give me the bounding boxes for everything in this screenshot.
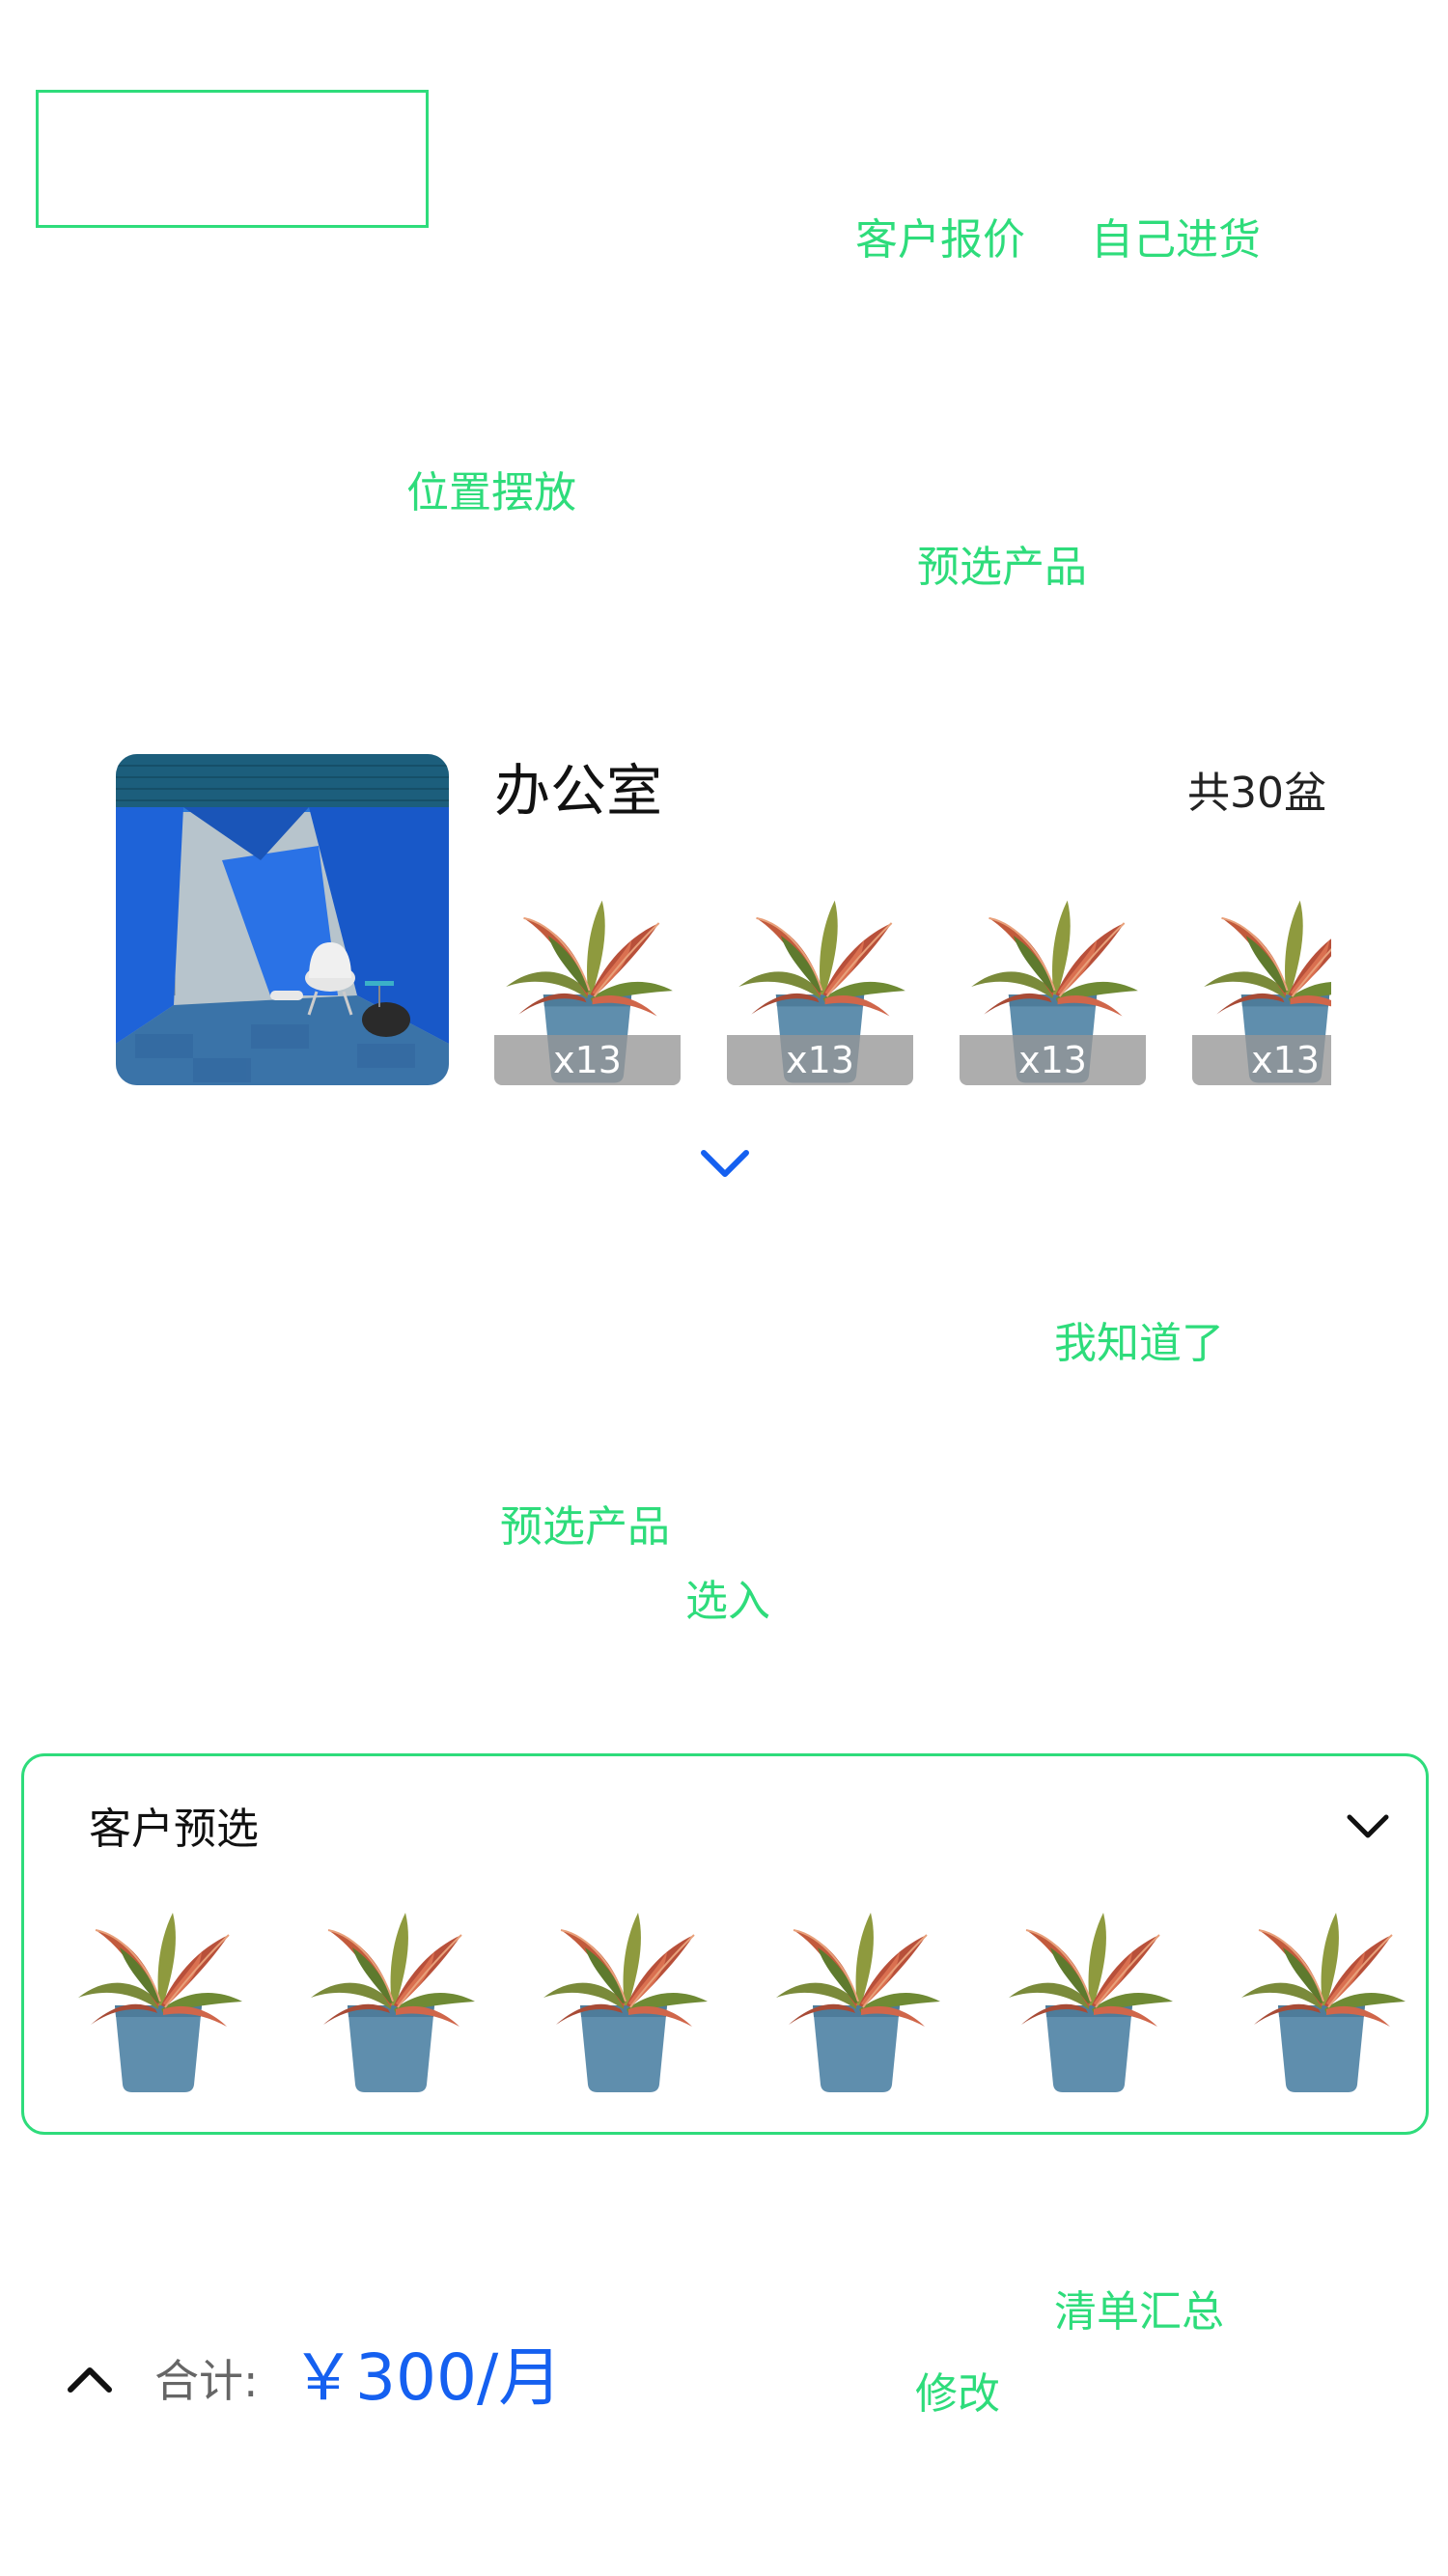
chevron-down-icon[interactable]	[1345, 1812, 1391, 1841]
total-label: 合计:	[154, 2355, 259, 2407]
plant-image	[997, 1901, 1181, 2094]
plant-count-badge: x13	[960, 1035, 1146, 1085]
preselect-plant-item[interactable]	[765, 1901, 948, 2094]
preselect-product-label-2: 预选产品	[500, 1502, 670, 1552]
list-summary-label: 清单汇总	[1054, 2287, 1224, 2337]
room-plant-item[interactable]: x13	[727, 888, 913, 1085]
plant-image	[532, 1901, 715, 2094]
got-it-button[interactable]: 我知道了	[1054, 1323, 1224, 1365]
plant-count-badge: x13	[1192, 1035, 1331, 1085]
plant-count-badge: x13	[494, 1035, 681, 1085]
chevron-down-icon[interactable]	[698, 1147, 752, 1180]
tab-self-purchase[interactable]: 自己进货	[1091, 219, 1261, 262]
plant-image	[765, 1901, 948, 2094]
position-layout-label: 位置摆放	[406, 468, 576, 518]
chevron-up-icon[interactable]	[66, 2364, 114, 2394]
customer-preselect-panel: 客户预选	[21, 1753, 1429, 2135]
room-plant-item[interactable]: x13	[1192, 888, 1331, 1085]
total-amount: ￥300/月	[292, 2340, 563, 2415]
plant-image	[299, 1901, 483, 2094]
room-total-count: 共30盆	[1187, 769, 1326, 818]
preselect-title: 客户预选	[89, 1805, 259, 1854]
room-plant-item[interactable]: x13	[494, 888, 681, 1085]
room-plant-item[interactable]: x13	[960, 888, 1146, 1085]
room-thumbnail[interactable]	[116, 754, 449, 1085]
preselect-plant-item[interactable]	[299, 1901, 483, 2094]
plant-count-badge: x13	[727, 1035, 913, 1085]
preselect-plant-item[interactable]	[67, 1901, 250, 2094]
select-in-label: 选入	[685, 1577, 770, 1626]
preselect-plant-item[interactable]	[532, 1901, 715, 2094]
room-plant-strip[interactable]: x13 x13 x13 x13	[494, 888, 1331, 1085]
preselect-plant-item[interactable]	[997, 1901, 1181, 2094]
modify-label[interactable]: 修改	[915, 2373, 1000, 2416]
preselect-product-label: 预选产品	[917, 543, 1087, 592]
tab-customer-quote[interactable]: 客户报价	[855, 219, 1025, 262]
plant-image	[67, 1901, 250, 2094]
plant-image	[1230, 1901, 1413, 2094]
room-name: 办公室	[494, 758, 663, 824]
header-outline-box	[36, 90, 429, 228]
preselect-plant-item[interactable]	[1230, 1901, 1413, 2094]
